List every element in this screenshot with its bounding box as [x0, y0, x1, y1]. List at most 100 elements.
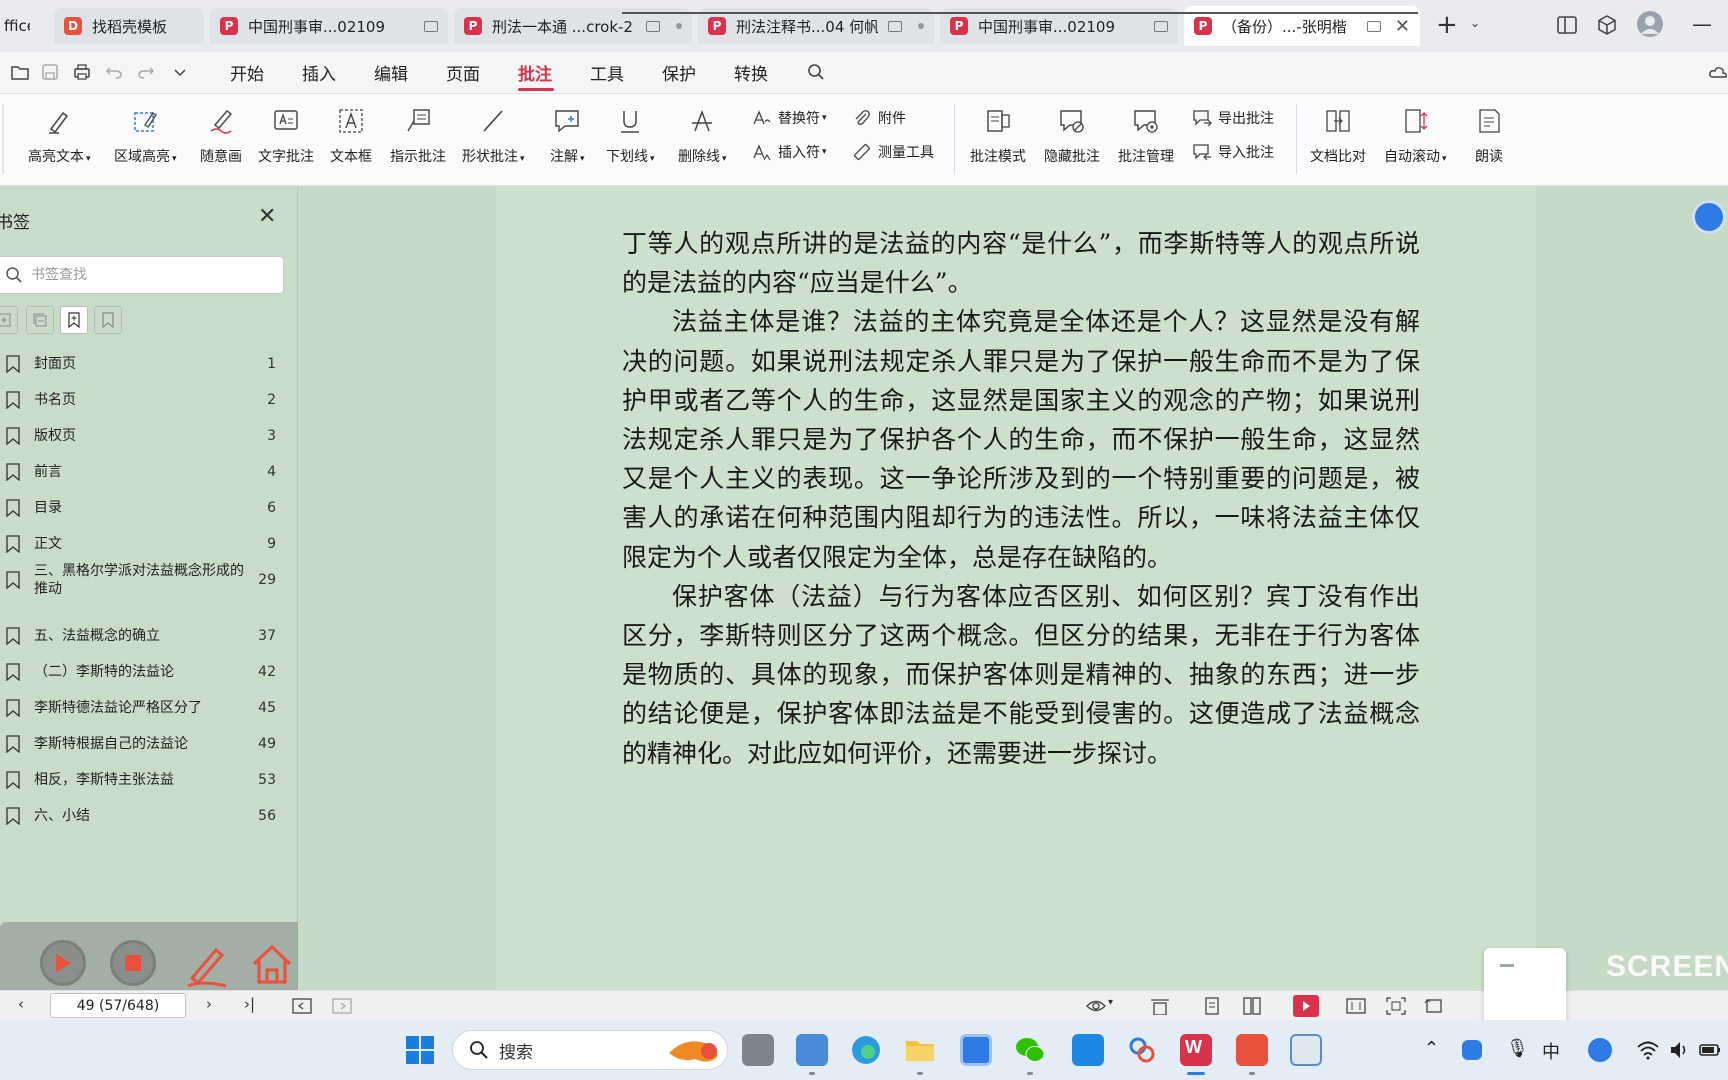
expand-all-icon[interactable]	[0, 306, 18, 334]
menu-page[interactable]: 页面	[446, 60, 480, 85]
rotate-icon[interactable]	[1424, 997, 1444, 1015]
mail-icon[interactable]	[960, 1034, 992, 1066]
window-preview-icon[interactable]	[424, 20, 438, 32]
text-box-button[interactable]: 文本框	[330, 106, 372, 166]
wechat-icon[interactable]	[1014, 1034, 1046, 1066]
text-comment-button[interactable]: 文字批注	[258, 106, 314, 166]
bookmark-search-box[interactable]	[0, 256, 284, 294]
attachment-button[interactable]: 附件	[852, 108, 906, 128]
window-preview-icon[interactable]	[1366, 20, 1381, 32]
menu-protect[interactable]: 保护	[662, 60, 696, 85]
area-highlight-button[interactable]: 区域高亮 ▾	[114, 106, 177, 166]
input-method-indicator[interactable]: 中	[1542, 1038, 1560, 1064]
taskbar-search-box[interactable]: 搜索	[452, 1030, 728, 1070]
tab-office[interactable]: ffice	[0, 8, 40, 44]
menu-tools[interactable]: 工具	[590, 60, 624, 85]
next-page-icon[interactable]: ›	[206, 995, 212, 1013]
replace-mark-button[interactable]: 替换符 ▾	[752, 108, 827, 128]
single-page-icon[interactable]	[1202, 997, 1222, 1015]
tab-document-1[interactable]: P 中国刑事审...02109	[210, 8, 448, 44]
avatar[interactable]	[1636, 10, 1664, 38]
continuous-page-icon[interactable]	[1150, 997, 1170, 1015]
menu-edit[interactable]: 编辑	[374, 60, 408, 85]
home-icon[interactable]	[248, 940, 296, 988]
strikethrough-button[interactable]: 删除线 ▾	[678, 106, 727, 166]
tray-app-icon[interactable]	[1462, 1040, 1482, 1060]
add-bookmark-icon[interactable]	[60, 306, 88, 334]
minimize-icon[interactable]: —	[1692, 12, 1712, 36]
windows-start-icon[interactable]	[404, 1034, 436, 1066]
battery-icon[interactable]	[1698, 1038, 1722, 1062]
export-comments-button[interactable]: 导出批注	[1192, 108, 1274, 128]
add-tab-icon[interactable]: +	[1436, 10, 1458, 40]
previous-page-icon[interactable]: ‹	[18, 995, 24, 1013]
tray-chevron-up-icon[interactable]: ⌃	[1424, 1038, 1439, 1059]
go-back-icon[interactable]	[292, 997, 312, 1015]
window-preview-icon[interactable]	[888, 20, 902, 32]
play-mode-button[interactable]	[1293, 995, 1319, 1017]
search-app-icon[interactable]	[1290, 1034, 1322, 1066]
floating-assistant-icon[interactable]	[1692, 200, 1726, 234]
ime-icon[interactable]	[1588, 1038, 1612, 1062]
insert-mark-button[interactable]: 插入符 ▾	[752, 142, 827, 162]
eye-icon[interactable]	[1086, 997, 1106, 1015]
print-icon[interactable]	[72, 62, 92, 82]
file-explorer-icon[interactable]	[904, 1034, 936, 1066]
menu-annotate[interactable]: 批注	[518, 60, 552, 85]
task-view-icon[interactable]	[742, 1034, 774, 1066]
freehand-button[interactable]: 随意画	[200, 106, 242, 166]
store-icon[interactable]	[796, 1034, 828, 1066]
measure-tool-button[interactable]: 测量工具	[852, 142, 934, 162]
window-preview-icon[interactable]	[646, 20, 660, 32]
volume-icon[interactable]	[1668, 1038, 1692, 1062]
redo-icon[interactable]	[136, 62, 156, 82]
last-page-icon[interactable]: ›|	[244, 995, 255, 1013]
hide-comments-button[interactable]: 隐藏批注	[1044, 106, 1100, 166]
comment-mode-button[interactable]: 批注模式	[970, 106, 1026, 166]
fit-width-icon[interactable]	[1346, 997, 1366, 1015]
bookmark-search-input[interactable]	[31, 267, 261, 283]
annotate-pen-icon[interactable]	[182, 940, 232, 990]
highlight-text-button[interactable]: 高亮文本 ▾	[28, 106, 91, 166]
chevron-down-icon[interactable]	[170, 62, 190, 82]
save-icon[interactable]	[40, 62, 60, 82]
menu-start[interactable]: 开始	[230, 60, 264, 85]
sidebar-layout-icon[interactable]	[1556, 14, 1578, 36]
doc-compare-button[interactable]: 文档比对	[1310, 106, 1366, 166]
menu-convert[interactable]: 转换	[734, 60, 768, 85]
baidu-netdisk-icon[interactable]	[1126, 1034, 1158, 1066]
double-page-icon[interactable]	[1242, 997, 1262, 1015]
wps-icon[interactable]: W	[1180, 1034, 1212, 1066]
bookmark-icon[interactable]	[94, 306, 122, 334]
menu-insert[interactable]: 插入	[302, 60, 336, 85]
wifi-icon[interactable]	[1636, 1038, 1660, 1062]
fit-page-icon[interactable]	[1386, 997, 1406, 1015]
notification-card[interactable]	[1484, 948, 1566, 1028]
feishu-icon[interactable]	[1072, 1034, 1104, 1066]
close-icon[interactable]: ✕	[258, 204, 276, 229]
search-icon[interactable]	[806, 62, 826, 82]
pdf-app-icon[interactable]	[1236, 1034, 1268, 1066]
stop-button[interactable]	[110, 940, 156, 986]
chevron-down-icon[interactable]: ▾	[1108, 997, 1113, 1008]
window-preview-icon[interactable]	[1154, 20, 1168, 32]
play-button[interactable]	[40, 940, 86, 986]
comment-manage-button[interactable]: 批注管理	[1118, 106, 1174, 166]
read-aloud-button[interactable]: 朗读	[1474, 106, 1504, 166]
edge-icon[interactable]	[850, 1034, 882, 1066]
cloud-icon[interactable]	[1708, 62, 1728, 82]
underline-button[interactable]: 下划线 ▾	[606, 106, 655, 166]
pointer-comment-button[interactable]: 指示批注	[390, 106, 446, 166]
page-number-input[interactable]: 49 (57/648)	[50, 993, 186, 1018]
go-forward-icon[interactable]	[332, 997, 352, 1015]
cube-icon[interactable]	[1596, 14, 1618, 36]
tab-template[interactable]: D 找稻壳模板	[54, 8, 204, 44]
import-comments-button[interactable]: 导入批注	[1192, 142, 1274, 162]
chevron-down-icon[interactable]: ⌄	[1470, 16, 1480, 30]
shape-comment-button[interactable]: 形状批注 ▾	[462, 106, 525, 166]
collapse-all-icon[interactable]	[26, 306, 54, 334]
note-button[interactable]: 注解 ▾	[550, 106, 585, 166]
undo-icon[interactable]	[104, 62, 124, 82]
folder-icon[interactable]	[10, 62, 30, 82]
close-tab-icon[interactable]: ✕	[1395, 16, 1410, 37]
